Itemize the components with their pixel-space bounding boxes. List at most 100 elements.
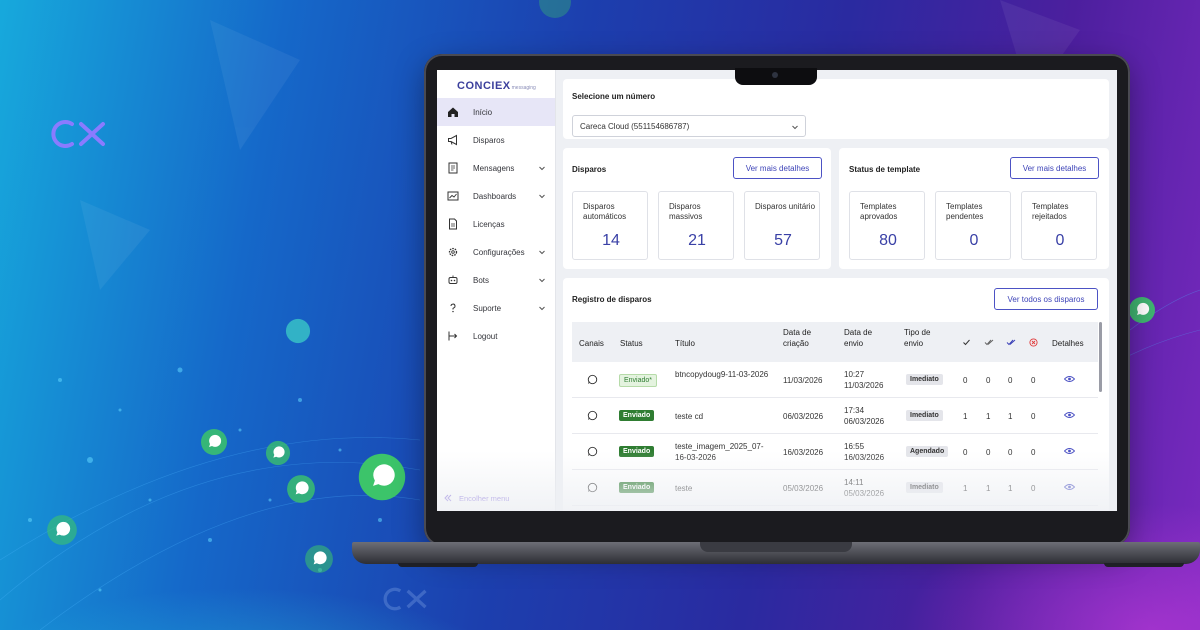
- stat-templates-rejeitados: Templates rejeitados 0: [1021, 191, 1097, 260]
- column-header-detalhes: Detalhes: [1052, 339, 1084, 348]
- sidebar-item-disparos[interactable]: Disparos: [437, 126, 555, 154]
- table-scrollbar[interactable]: [1099, 322, 1102, 392]
- stat-value: 21: [688, 232, 706, 249]
- cx-watermark-logo: [383, 587, 427, 611]
- row-sent-date: 16/03/2026: [844, 453, 885, 462]
- double-check-read-icon: [1006, 339, 1016, 346]
- status-badge: Enviado: [619, 482, 655, 493]
- stat-label: Templates pendentes: [946, 202, 984, 221]
- row-sent-time: 14:11: [844, 478, 864, 487]
- sidebar-item-label: Disparos: [473, 136, 505, 145]
- eye-icon[interactable]: [1064, 447, 1075, 455]
- disparos-card: Disparos Ver mais detalhes Disparos auto…: [563, 148, 831, 269]
- sidebar-item-bots[interactable]: Bots: [437, 266, 555, 294]
- disparos-details-button[interactable]: Ver mais detalhes: [733, 157, 822, 179]
- table-row: Enviado teste_imagem_2025_07-16-03-2026 …: [572, 434, 1098, 470]
- column-header-data-envio: Data de envio: [844, 328, 873, 348]
- stat-label: Templates rejeitados: [1032, 202, 1069, 221]
- number-select-card: Selecione um número Careca Cloud (551154…: [563, 79, 1109, 139]
- table-row: Enviado* btncopydoug9-11-03-2026 11/03/2…: [572, 362, 1098, 398]
- eye-icon[interactable]: [1064, 375, 1075, 383]
- sidebar-item-licencas[interactable]: Licenças: [437, 210, 555, 238]
- stat-disparos-unitario: Disparos unitário 57: [744, 191, 820, 260]
- sidebar-item-label: Dashboards: [473, 192, 517, 201]
- count-sent: 0: [963, 448, 968, 457]
- sidebar: CONCIEXmessaging Início Disparos Mensage…: [437, 70, 556, 511]
- help-icon: [450, 303, 456, 313]
- eye-icon[interactable]: [1064, 483, 1075, 491]
- cx-brand-logo: [51, 120, 105, 148]
- collapse-menu-button[interactable]: Encolher menu: [437, 488, 555, 508]
- count-failed: 0: [1031, 484, 1036, 493]
- row-title: btncopydoug9-11-03-2026: [675, 370, 769, 379]
- count-read: 0: [1008, 376, 1013, 385]
- app-logo-text: CONCIEX: [457, 80, 511, 92]
- count-sent: 0: [963, 376, 968, 385]
- column-header-status: Status: [620, 339, 643, 348]
- check-icon: [963, 339, 970, 346]
- chevron-down-icon: [539, 194, 545, 199]
- whatsapp-bubble-icon: [1129, 297, 1155, 323]
- stat-value: 14: [602, 232, 620, 249]
- collapse-menu-label: Encolher menu: [459, 494, 510, 503]
- whatsapp-channel-icon: [587, 446, 598, 457]
- stat-value: 57: [774, 232, 792, 249]
- sidebar-item-logout[interactable]: Logout: [437, 322, 555, 350]
- template-status-title: Status de template: [849, 165, 921, 174]
- send-type-badge: Imediato: [906, 410, 943, 421]
- row-sent-date: 05/03/2026: [844, 489, 885, 498]
- gear-icon: [448, 247, 458, 257]
- count-delivered: 1: [986, 412, 991, 421]
- camera-lens: [772, 72, 778, 78]
- whatsapp-bubble-icon: [285, 318, 311, 344]
- stat-value: 0: [1055, 232, 1065, 249]
- row-created-date: 16/03/2026: [783, 448, 824, 457]
- eye-icon[interactable]: [1064, 411, 1075, 419]
- home-icon: [448, 107, 458, 117]
- sidebar-item-label: Configurações: [473, 248, 525, 257]
- sidebar-item-label: Suporte: [473, 304, 502, 313]
- sidebar-item-configuracoes[interactable]: Configurações: [437, 238, 555, 266]
- sidebar-item-label: Início: [473, 108, 493, 117]
- sidebar-item-label: Bots: [473, 276, 490, 285]
- row-title: teste: [675, 484, 693, 493]
- laptop-base-notch: [700, 542, 852, 552]
- status-badge: Enviado: [619, 410, 655, 421]
- templates-details-button[interactable]: Ver mais detalhes: [1010, 157, 1099, 179]
- table-header: Canais Status Título Data de criação Dat…: [572, 322, 1098, 362]
- column-header-tipo-envio: Tipo de envio: [904, 328, 931, 348]
- column-header-titulo: Título: [675, 339, 696, 348]
- double-chevron-left-icon: [444, 494, 452, 502]
- sidebar-item-label: Logout: [473, 332, 498, 341]
- row-created-date: 11/03/2026: [783, 376, 823, 385]
- template-status-card: Status de template Ver mais detalhes Tem…: [839, 148, 1109, 269]
- column-header-data-criacao: Data de criação: [783, 328, 812, 348]
- sidebar-item-suporte[interactable]: Suporte: [437, 294, 555, 322]
- whatsapp-bubble-icon: [305, 545, 333, 573]
- document-icon: [449, 218, 457, 230]
- number-select[interactable]: Careca Cloud (551154686787): [572, 115, 806, 137]
- count-failed: 0: [1031, 412, 1036, 421]
- stat-value: 0: [969, 232, 979, 249]
- count-delivered: 1: [986, 484, 991, 493]
- bot-icon: [448, 275, 458, 284]
- sidebar-item-inicio[interactable]: Início: [437, 98, 555, 126]
- row-title: teste cd: [675, 412, 704, 421]
- logout-icon: [448, 331, 458, 341]
- message-icon: [448, 162, 458, 174]
- app-logo[interactable]: CONCIEXmessaging: [457, 80, 536, 92]
- count-sent: 1: [963, 484, 968, 493]
- stat-templates-aprovados: Templates aprovados 80: [849, 191, 925, 260]
- chart-icon: [447, 191, 459, 201]
- row-sent-time: 10:27: [844, 370, 865, 379]
- whatsapp-channel-icon: [587, 374, 598, 385]
- count-failed: 0: [1031, 376, 1036, 385]
- sidebar-item-dashboards[interactable]: Dashboards: [437, 182, 555, 210]
- number-select-label: Selecione um número: [572, 92, 656, 101]
- chevron-down-icon: [539, 166, 545, 171]
- ver-todos-disparos-button[interactable]: Ver todos os disparos: [994, 288, 1098, 310]
- stat-disparos-automaticos: Disparos automáticos 14: [572, 191, 648, 260]
- count-sent: 1: [963, 412, 968, 421]
- sidebar-item-mensagens[interactable]: Mensagens: [437, 154, 555, 182]
- count-failed: 0: [1031, 448, 1036, 457]
